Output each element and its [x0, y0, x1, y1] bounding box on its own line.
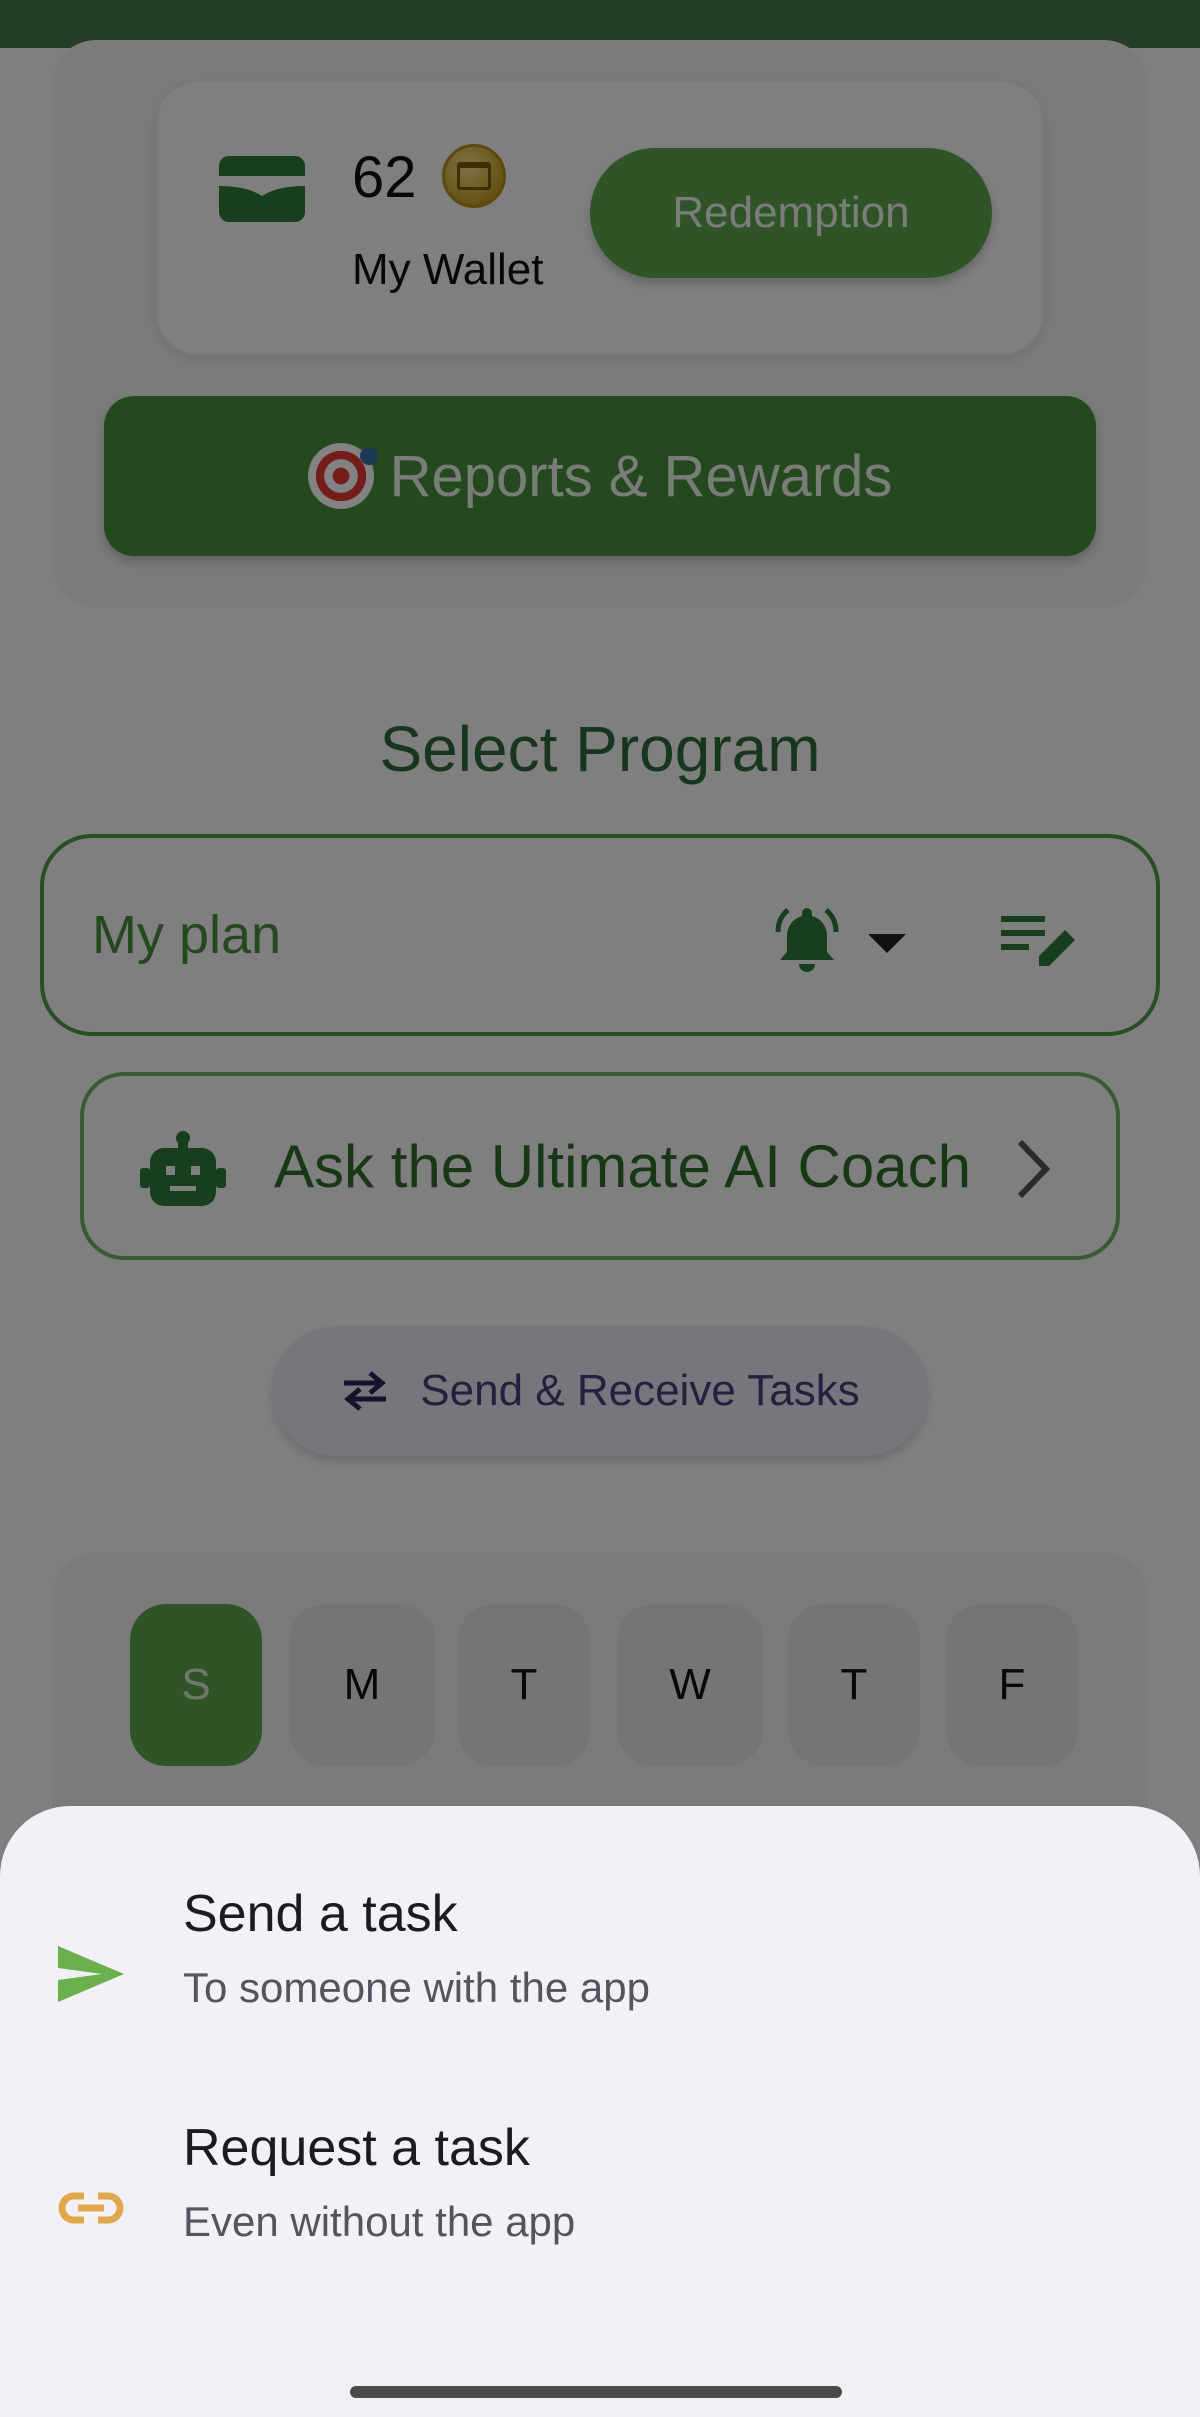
send-task-option[interactable]: Send a task To someone with the app	[0, 1884, 1200, 2084]
send-task-title: Send a task	[183, 1885, 458, 1943]
request-task-title: Request a task	[183, 2119, 530, 2177]
send-icon	[58, 1946, 124, 2002]
send-task-subtitle: To someone with the app	[183, 1964, 650, 2011]
app-screen: 62 My Wallet Redemption Reports & Reward…	[0, 0, 1200, 2417]
request-task-option[interactable]: Request a task Even without the app	[0, 2118, 1200, 2318]
link-icon	[58, 2192, 124, 2224]
home-indicator[interactable]	[350, 2386, 842, 2398]
request-task-subtitle: Even without the app	[183, 2198, 576, 2245]
bottom-sheet: Send a task To someone with the app Requ…	[0, 1806, 1200, 2417]
